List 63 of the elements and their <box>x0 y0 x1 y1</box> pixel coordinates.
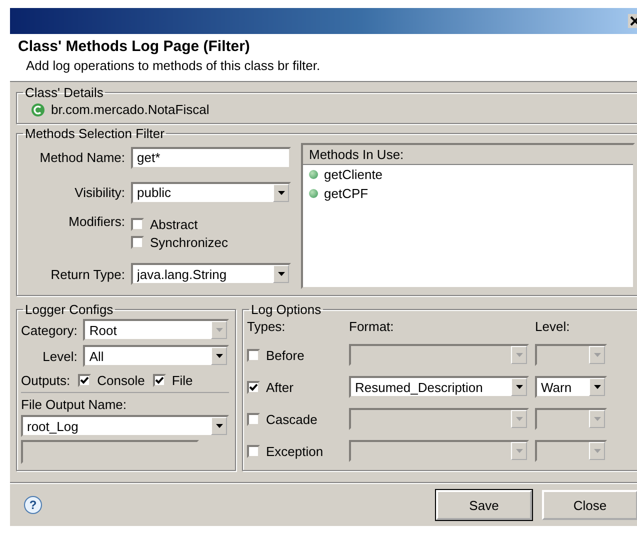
caret-icon <box>516 449 522 453</box>
checkbox-label: File <box>172 373 193 388</box>
format-dropdown[interactable]: Resumed_Description <box>349 376 529 398</box>
field-label: Level: <box>42 348 78 364</box>
field-label: Visibility: <box>74 185 125 200</box>
help-icon[interactable]: ? <box>24 496 42 514</box>
group-title: Class' Details <box>24 85 104 100</box>
method-item[interactable]: getCliente <box>324 167 383 182</box>
method-icon <box>309 189 318 198</box>
checkbox-label: Before <box>266 348 304 362</box>
caret-icon <box>216 328 222 332</box>
method-name-field[interactable]: get* <box>131 146 291 169</box>
class-name: br.com.mercado.NotaFiscal <box>51 102 210 117</box>
field-label: Return Type: <box>50 266 125 282</box>
method-item[interactable]: getCPF <box>324 186 368 201</box>
checkbox[interactable] <box>247 348 260 362</box>
field-label: Category: <box>21 322 78 338</box>
caret-icon <box>516 385 522 389</box>
field-label: Outputs: <box>21 373 70 388</box>
caret-icon <box>594 385 600 389</box>
caret-icon <box>278 272 284 276</box>
group-title: Methods Selection Filter <box>24 126 166 141</box>
checkbox-label: Exception <box>266 444 324 458</box>
level-dropdown[interactable]: Warn <box>535 376 607 398</box>
visibility-dropdown[interactable]: public <box>131 182 291 204</box>
group-title: Log Options <box>250 302 322 317</box>
checkbox[interactable] <box>247 412 260 426</box>
return-type-dropdown[interactable]: java.lang.String <box>131 263 291 286</box>
checkbox-label: After <box>266 380 294 394</box>
method-icon <box>309 170 318 179</box>
level-dropdown[interactable]: All <box>83 345 229 367</box>
caret-icon <box>594 417 600 421</box>
checkbox[interactable] <box>78 374 92 387</box>
caret-icon <box>216 424 222 428</box>
group-title: Logger Configs <box>24 302 114 317</box>
save-button[interactable]: Save <box>436 490 532 520</box>
checkbox-label: Cascade <box>266 412 318 426</box>
checkbox-label: Console <box>97 373 145 388</box>
checkbox[interactable] <box>247 444 260 458</box>
file-output-dropdown[interactable]: root_Log <box>21 415 229 437</box>
column-header: Level: <box>535 319 571 334</box>
column-header: Format: <box>349 319 395 334</box>
caret-icon <box>278 190 284 195</box>
checkbox[interactable] <box>131 236 144 250</box>
list-header: Methods In Use: <box>303 145 633 165</box>
caret-icon <box>516 417 522 421</box>
caret-icon <box>594 353 600 357</box>
checkbox-label: Abstract <box>150 217 198 232</box>
field-label: File Output Name: <box>21 397 128 412</box>
field-label: Modifiers: <box>68 214 125 228</box>
caret-icon <box>216 354 222 358</box>
checkbox[interactable] <box>247 380 260 394</box>
caret-icon <box>594 449 600 453</box>
page-title: Class' Methods Log Page (Filter) <box>18 38 251 55</box>
field-label: Method Name: <box>38 150 125 166</box>
class-icon <box>31 102 45 116</box>
close-button[interactable]: Close <box>542 490 637 520</box>
page-description: Add log operations to methods of this class br filter. <box>25 58 322 73</box>
checkbox[interactable] <box>152 374 166 387</box>
caret-icon <box>516 353 522 357</box>
checkbox[interactable] <box>131 218 144 232</box>
checkbox-label: Synchronizec <box>150 235 228 250</box>
column-header: Types: <box>247 319 286 334</box>
